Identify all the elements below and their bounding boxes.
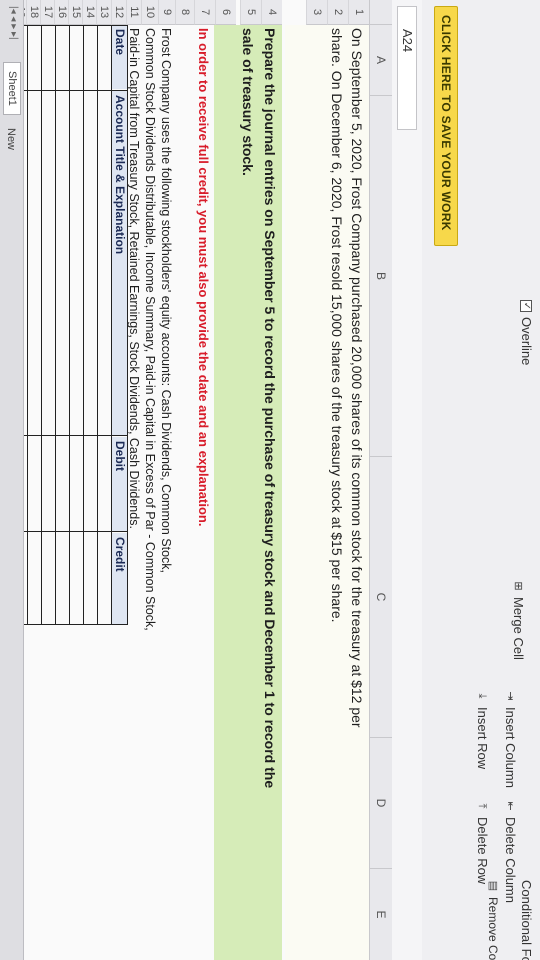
sheet-tab-bar: |◂ ◂ ▸ ▸| Sheet1 New bbox=[0, 0, 24, 960]
delete-column-button[interactable]: ⇤ Delete Column bbox=[503, 800, 518, 903]
row-header[interactable]: 9 bbox=[158, 0, 175, 25]
accounts-line-2: Common Stock Dividends Distributable, In… bbox=[143, 28, 157, 631]
sheet-tab-sheet1[interactable]: Sheet1 bbox=[3, 62, 21, 115]
row-header[interactable]: 12 bbox=[111, 0, 126, 25]
merge-cell-label: Merge Cell bbox=[511, 597, 526, 660]
overline-label: Overline bbox=[519, 317, 534, 366]
insert-row-button[interactable]: ⤓ Insert Row bbox=[475, 690, 490, 770]
formula-bar: A24 bbox=[391, 0, 422, 960]
journal-header-debit: Debit bbox=[112, 437, 128, 531]
table-border bbox=[111, 25, 112, 625]
new-sheet-tab[interactable]: New bbox=[3, 120, 19, 158]
delete-row-icon: ⤒ bbox=[476, 803, 489, 809]
remove-icon: ▤ bbox=[487, 880, 499, 892]
table-border bbox=[127, 25, 128, 625]
row-header[interactable]: 2 bbox=[327, 0, 348, 25]
column-header-d[interactable]: D bbox=[369, 738, 392, 869]
cell-reference-box[interactable]: A24 bbox=[397, 6, 417, 130]
save-work-button[interactable]: CLICK HERE TO SAVE YOUR WORK bbox=[434, 6, 458, 246]
instruction-line-2: sale of treasury stock. bbox=[240, 28, 256, 176]
delete-row-button[interactable]: ⤒ Delete Row bbox=[475, 800, 490, 885]
row-header[interactable]: 3 bbox=[306, 0, 327, 25]
row-header[interactable]: 8 bbox=[175, 0, 194, 25]
table-border bbox=[27, 25, 28, 625]
row-header[interactable]: 15 bbox=[68, 0, 82, 25]
problem-text-line-2: share. On December 6, 2020, Frost resold… bbox=[329, 28, 345, 623]
select-all-corner[interactable] bbox=[369, 0, 392, 25]
row-header[interactable]: 7 bbox=[194, 0, 215, 25]
problem-text-line-1: On September 5, 2020, Frost Company purc… bbox=[349, 28, 365, 728]
insert-column-icon: ⇥ bbox=[504, 691, 517, 701]
row-header[interactable]: 16 bbox=[54, 0, 68, 25]
spreadsheet-window: ✓ Overline ⊞ Merge Cell ⇥ Insert Column … bbox=[0, 0, 540, 960]
table-border bbox=[97, 25, 98, 625]
checkbox-icon[interactable]: ✓ bbox=[520, 300, 533, 312]
row-header[interactable]: 13 bbox=[96, 0, 111, 25]
overline-option[interactable]: ✓ Overline bbox=[519, 300, 534, 365]
table-border bbox=[14, 25, 128, 26]
row-header[interactable]: 14 bbox=[82, 0, 96, 25]
insert-row-icon: ⤓ bbox=[476, 693, 489, 699]
table-border bbox=[41, 25, 42, 625]
journal-header-account: Account Title & Explanation bbox=[112, 91, 128, 435]
merge-cell-button[interactable]: ⊞ Merge Cell bbox=[511, 580, 526, 660]
journal-header-credit: Credit bbox=[112, 533, 128, 625]
column-header-a[interactable]: A bbox=[369, 25, 392, 96]
table-border bbox=[14, 624, 128, 625]
merge-cell-icon: ⊞ bbox=[512, 581, 525, 591]
instruction-line-1: Prepare the journal entries on September… bbox=[262, 28, 278, 789]
table-border bbox=[14, 435, 128, 436]
row-header[interactable]: 5 bbox=[240, 0, 261, 25]
table-border bbox=[14, 531, 128, 532]
delete-row-label: Delete Row bbox=[475, 817, 490, 885]
row-header[interactable]: 4 bbox=[261, 0, 282, 25]
conditional-formatting-label: Conditional Formatt bbox=[519, 880, 534, 960]
insert-column-label: Insert Column bbox=[503, 707, 518, 788]
row-header[interactable]: 18 bbox=[26, 0, 40, 25]
accounts-line-3: Paid-in Capital from Treasury Stock, Ret… bbox=[127, 28, 141, 529]
insert-row-label: Insert Row bbox=[475, 707, 490, 770]
table-border bbox=[83, 25, 84, 625]
row-header[interactable]: 1 bbox=[348, 0, 369, 25]
conditional-formatting-button[interactable]: Conditional Formatt bbox=[519, 880, 534, 960]
remove-conditional-label: Remove Condition bbox=[486, 897, 500, 960]
row-header[interactable]: 10 bbox=[141, 0, 158, 25]
sheet-nav-arrows[interactable]: |◂ ◂ ▸ ▸| bbox=[8, 6, 19, 40]
row-header[interactable]: 17 bbox=[40, 0, 54, 25]
table-border bbox=[69, 25, 70, 625]
row-header[interactable]: 6 bbox=[215, 0, 236, 25]
delete-column-label: Delete Column bbox=[503, 817, 518, 903]
table-border bbox=[14, 90, 128, 91]
remove-conditional-button[interactable]: ▤ Remove Condition bbox=[486, 880, 500, 960]
credit-note: In order to receive full credit, you mus… bbox=[196, 28, 211, 527]
column-header-b[interactable]: B bbox=[369, 96, 392, 457]
table-border bbox=[55, 25, 56, 625]
journal-header-date: Date bbox=[112, 25, 128, 89]
column-header-c[interactable]: C bbox=[369, 457, 392, 738]
insert-column-button[interactable]: ⇥ Insert Column bbox=[503, 690, 518, 788]
column-header-e[interactable]: E bbox=[369, 869, 392, 960]
ribbon-toolbar: ✓ Overline ⊞ Merge Cell ⇥ Insert Column … bbox=[421, 0, 540, 960]
accounts-line-1: Frost Company uses the following stockho… bbox=[159, 28, 173, 573]
delete-column-icon: ⇤ bbox=[504, 801, 517, 811]
row-header[interactable]: 11 bbox=[126, 0, 141, 25]
sheet-grid[interactable]: A B C D E 1 2 3 4 5 6 7 8 9 10 11 12 13 … bbox=[0, 0, 392, 960]
